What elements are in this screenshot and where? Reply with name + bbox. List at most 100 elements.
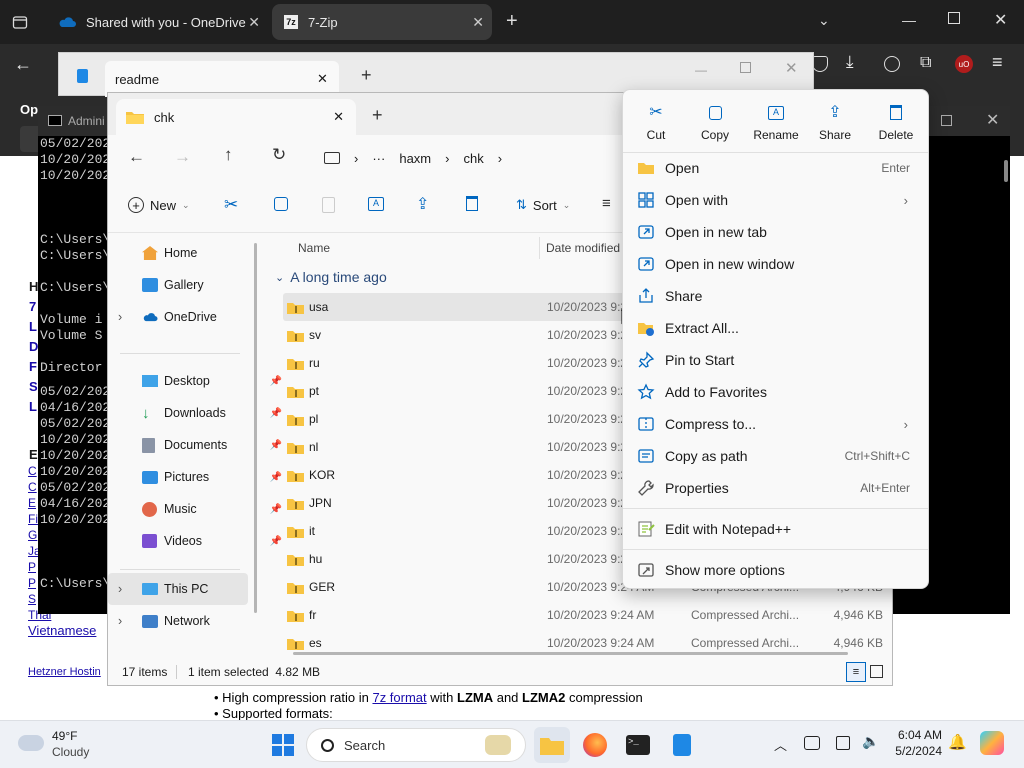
share-icon[interactable]: ⇪ <box>416 194 429 214</box>
menu-item-copy-path[interactable]: Copy as path Ctrl+Shift+C <box>629 440 924 472</box>
file-explorer-taskbar-icon[interactable] <box>534 727 570 763</box>
maximize-icon[interactable] <box>948 12 960 24</box>
7z-format-link[interactable]: 7z format <box>372 690 426 705</box>
close-icon[interactable]: ✕ <box>317 71 328 87</box>
copilot-icon[interactable] <box>980 731 1004 755</box>
nav-item-downloads[interactable]: ↓ Downloads 📌 <box>142 397 282 429</box>
menu-item-show-more[interactable]: Show more options <box>629 554 924 586</box>
menu-item-open-new-window[interactable]: Open in new window <box>629 248 924 280</box>
close-icon[interactable]: ✕ <box>472 14 484 31</box>
nav-item-videos[interactable]: Videos 📌 <box>142 525 282 557</box>
tray-icon[interactable] <box>836 736 850 750</box>
rename-icon[interactable]: A <box>368 197 384 211</box>
language-link[interactable]: C <box>28 479 38 495</box>
menu-item-pin-start[interactable]: Pin to Start <box>629 344 924 376</box>
nav-scrollbar[interactable] <box>254 243 257 613</box>
language-link[interactable]: Ja <box>28 543 41 559</box>
close-icon[interactable]: ✕ <box>248 14 260 31</box>
shield-icon[interactable] <box>812 56 828 72</box>
close-icon[interactable]: ✕ <box>986 110 999 130</box>
download-icon[interactable]: ⤓ <box>846 52 854 72</box>
menu-item-add-favorites[interactable]: Add to Favorites <box>629 376 924 408</box>
browser-tab-onedrive[interactable]: Shared with you - OneDrive ✕ <box>46 4 268 40</box>
tiles-view-icon[interactable] <box>870 665 883 678</box>
language-link[interactable]: C <box>28 463 38 479</box>
menu-item-notepadpp[interactable]: Edit with Notepad++ <box>629 513 924 545</box>
explorer-tab[interactable]: chk ✕ <box>116 99 356 135</box>
back-icon[interactable]: ← <box>14 54 32 75</box>
delete-icon[interactable] <box>466 196 478 211</box>
cmd-scrollbar[interactable] <box>1004 160 1008 182</box>
nav-item-gallery[interactable]: Gallery <box>142 269 282 301</box>
minimize-icon[interactable]: — <box>902 12 916 28</box>
notification-bell-icon[interactable]: 🔔 <box>948 733 967 751</box>
back-icon[interactable]: ← <box>128 147 145 167</box>
nav-item-this-pc[interactable]: › This PC <box>108 573 248 605</box>
chevron-right-icon[interactable]: › <box>118 310 134 324</box>
maximize-icon[interactable] <box>941 115 952 126</box>
view-icon[interactable]: ≡ <box>602 195 611 212</box>
new-button[interactable]: + New ⌄ <box>128 197 190 213</box>
ublock-icon[interactable]: uO <box>955 55 973 73</box>
notepad-taskbar-icon[interactable] <box>664 727 700 763</box>
nav-item-onedrive[interactable]: › OneDrive <box>118 301 258 333</box>
nav-item-home[interactable]: Home <box>142 237 282 269</box>
computer-icon[interactable] <box>324 152 340 164</box>
menu-item-extract-all[interactable]: Extract All... <box>629 312 924 344</box>
nav-item-documents[interactable]: Documents 📌 <box>142 429 282 461</box>
chevron-right-icon[interactable]: › <box>118 582 134 596</box>
clock[interactable]: 6:04 AM 5/2/2024 <box>890 727 942 759</box>
sort-button[interactable]: ⇅ Sort ⌄ <box>516 197 570 213</box>
overflow-icon[interactable]: ··· <box>372 151 385 166</box>
start-button[interactable] <box>265 727 301 763</box>
horizontal-scrollbar[interactable] <box>293 652 848 655</box>
menu-item-open[interactable]: Open Enter <box>629 152 924 184</box>
breadcrumb-item[interactable]: chk <box>463 151 483 166</box>
menu-item-compress[interactable]: Compress to... › <box>629 408 924 440</box>
cut-button[interactable]: ✂ Cut <box>626 90 686 148</box>
paste-icon[interactable] <box>322 197 335 213</box>
vietnamese-link[interactable]: Vietnamese <box>28 623 96 638</box>
menu-item-open-with[interactable]: Open with › <box>629 184 924 216</box>
menu-item-open-new-tab[interactable]: Open in new tab <box>629 216 924 248</box>
new-tab-button[interactable]: + <box>361 65 372 86</box>
close-icon[interactable]: ✕ <box>333 109 344 125</box>
network-status-icon[interactable] <box>804 736 820 750</box>
table-row[interactable]: fr 10/20/2023 9:24 AM Compressed Archi..… <box>283 601 883 629</box>
chevron-up-icon[interactable]: ︿ <box>774 735 787 754</box>
column-header-date[interactable]: Date modified <box>546 241 620 255</box>
language-link[interactable]: P <box>28 575 38 591</box>
tab-actions-icon[interactable] <box>8 10 32 34</box>
account-icon[interactable] <box>884 56 900 72</box>
browser-tab-7zip[interactable]: 7z 7-Zip ✕ <box>272 4 492 40</box>
breadcrumb-item[interactable]: haxm <box>399 151 431 166</box>
menu-item-share[interactable]: Share <box>629 280 924 312</box>
language-link[interactable]: E <box>28 495 38 511</box>
copy-icon[interactable] <box>274 197 288 211</box>
nav-item-music[interactable]: Music 📌 <box>142 493 282 525</box>
column-header-name[interactable]: Name <box>298 241 330 255</box>
cut-icon[interactable]: ✂ <box>224 195 238 215</box>
extensions-icon[interactable]: ⧉ <box>920 54 931 72</box>
maximize-icon[interactable] <box>740 62 751 73</box>
weather-widget[interactable]: 49°F Cloudy <box>14 727 114 763</box>
refresh-icon[interactable]: ↻ <box>272 145 286 165</box>
new-tab-button[interactable]: + <box>372 105 383 126</box>
new-tab-button[interactable]: + <box>506 10 518 33</box>
menu-icon[interactable]: ≡ <box>992 52 1003 73</box>
close-icon[interactable]: ✕ <box>785 59 798 77</box>
volume-icon[interactable]: 🔈 <box>862 733 879 750</box>
details-view-icon[interactable]: ≡ <box>846 662 866 682</box>
menu-item-properties[interactable]: Properties Alt+Enter <box>629 472 924 504</box>
delete-button[interactable]: Delete <box>866 90 926 148</box>
nav-item-network[interactable]: › Network <box>118 605 258 637</box>
minimize-icon[interactable]: — <box>695 63 707 77</box>
share-button[interactable]: ⇪ Share <box>805 90 865 148</box>
forward-icon[interactable]: → <box>174 147 191 167</box>
search-box[interactable]: Search <box>306 728 526 762</box>
rename-button[interactable]: A Rename <box>746 90 806 148</box>
hetzner-link[interactable]: Hetzner Hostin <box>28 666 101 678</box>
up-icon[interactable]: ↑ <box>224 145 233 165</box>
language-link[interactable]: S <box>28 591 38 607</box>
nav-item-pictures[interactable]: Pictures 📌 <box>142 461 282 493</box>
